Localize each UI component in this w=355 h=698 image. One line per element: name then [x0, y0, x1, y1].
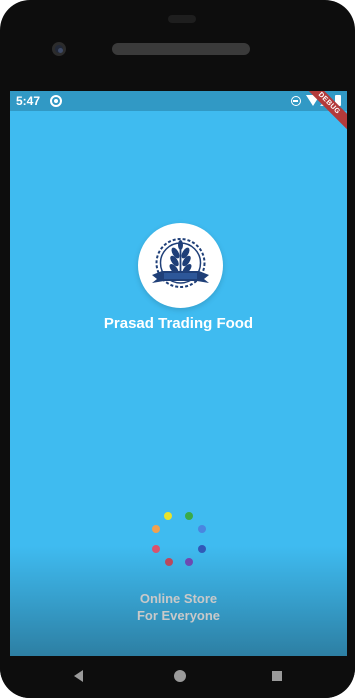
earpiece-speaker	[112, 43, 250, 55]
tagline: Online Store For Everyone	[10, 590, 347, 624]
tagline-line-1: Online Store	[139, 591, 218, 606]
tagline-line-2: For Everyone	[136, 608, 221, 623]
wheat-logo-icon	[152, 238, 209, 288]
phone-frame: 5:47 DEBUG Prasad Trading Food Online St…	[0, 0, 355, 698]
spinner-dot	[152, 525, 160, 533]
recents-icon[interactable]	[272, 671, 282, 681]
app-screen: 5:47 DEBUG Prasad Trading Food Online St…	[10, 91, 347, 656]
status-bar: 5:47	[10, 91, 347, 111]
spinner-dot	[164, 512, 172, 520]
spinner-dot	[185, 512, 193, 520]
app-logo	[138, 223, 223, 308]
back-icon[interactable]	[74, 670, 83, 682]
front-camera	[52, 42, 66, 56]
home-icon[interactable]	[174, 670, 186, 682]
spinner-dot	[198, 525, 206, 533]
dnd-icon	[291, 96, 301, 106]
navigation-bar	[0, 656, 355, 698]
top-speaker	[168, 15, 196, 23]
sync-icon	[50, 95, 62, 107]
status-time: 5:47	[16, 94, 41, 108]
app-title: Prasad Trading Food	[103, 315, 254, 332]
